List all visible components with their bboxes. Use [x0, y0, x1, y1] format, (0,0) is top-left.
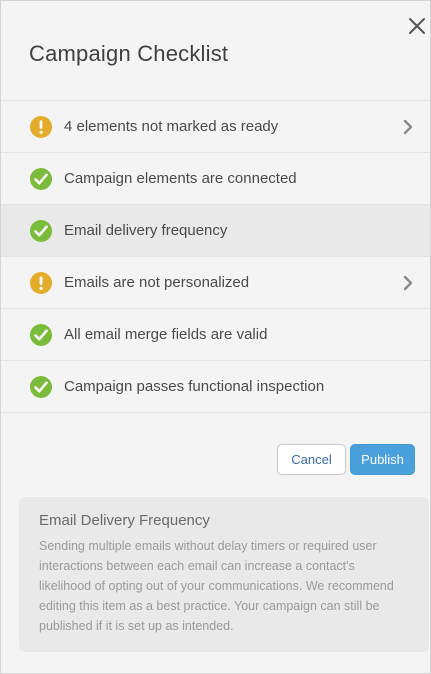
check-circle-icon: [30, 168, 52, 190]
cancel-button[interactable]: Cancel: [277, 444, 346, 475]
checklist-item-not-personalized[interactable]: Emails are not personalized: [1, 257, 430, 309]
checklist-item-label: 4 elements not marked as ready: [64, 118, 279, 135]
dialog-title: Campaign Checklist: [29, 41, 229, 66]
checklist-item-email-delivery-frequency[interactable]: Email delivery frequency: [1, 205, 430, 257]
checklist-item-label: Emails are not personalized: [64, 274, 250, 291]
check-circle-icon: [30, 324, 52, 346]
chevron-right-icon[interactable]: [402, 119, 414, 135]
checklist-item-label: Email delivery frequency: [64, 222, 228, 239]
info-panel-title: Email Delivery Frequency: [39, 512, 210, 529]
chevron-right-icon[interactable]: [402, 275, 414, 291]
check-circle-icon: [30, 220, 52, 242]
campaign-checklist-dialog: Campaign Checklist 4 elements not marked…: [0, 0, 431, 674]
publish-button[interactable]: Publish: [350, 444, 415, 475]
checklist-item-functional-inspection[interactable]: Campaign passes functional inspection: [1, 361, 430, 413]
checklist-item-merge-fields-valid[interactable]: All email merge fields are valid: [1, 309, 430, 361]
close-icon[interactable]: [406, 15, 428, 37]
check-circle-icon: [30, 376, 52, 398]
checklist: 4 elements not marked as ready Campaign …: [1, 100, 430, 413]
checklist-item-label: All email merge fields are valid: [64, 326, 268, 343]
checklist-item-elements-not-ready[interactable]: 4 elements not marked as ready: [1, 101, 430, 153]
checklist-item-label: Campaign passes functional inspection: [64, 378, 325, 395]
warning-icon: [30, 116, 52, 138]
warning-icon: [30, 272, 52, 294]
info-panel: Email Delivery Frequency Sending multipl…: [19, 497, 429, 652]
checklist-item-elements-connected[interactable]: Campaign elements are connected: [1, 153, 430, 205]
info-panel-body: Sending multiple emails without delay ti…: [39, 539, 394, 633]
checklist-item-label: Campaign elements are connected: [64, 170, 297, 187]
